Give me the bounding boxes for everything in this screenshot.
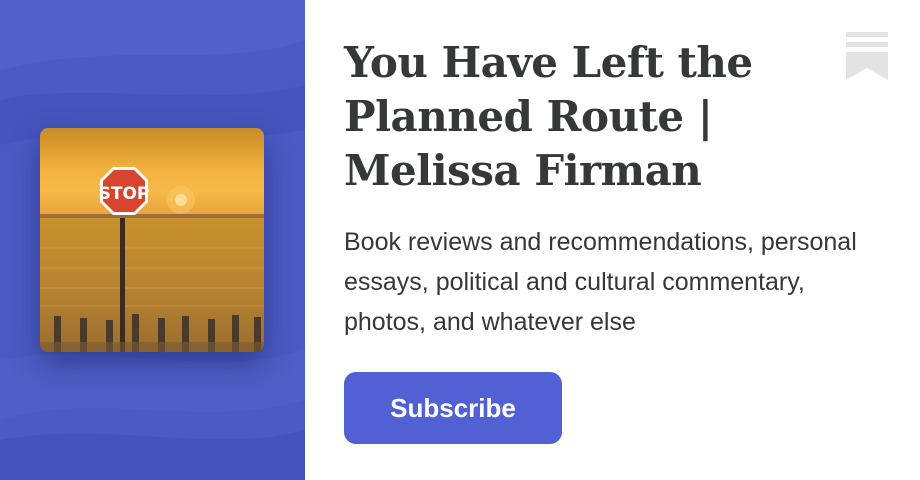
bookmark-icon bbox=[846, 32, 888, 80]
publication-title: You Have Left the Planned Route | Meliss… bbox=[344, 38, 753, 195]
subscribe-button[interactable]: Subscribe bbox=[344, 372, 562, 444]
publication-cover-image: STOP bbox=[40, 128, 264, 352]
cover-sign-text: STOP bbox=[99, 184, 150, 204]
left-panel: STOP bbox=[0, 0, 305, 480]
publication-description: Book reviews and recommendations, person… bbox=[344, 228, 857, 336]
